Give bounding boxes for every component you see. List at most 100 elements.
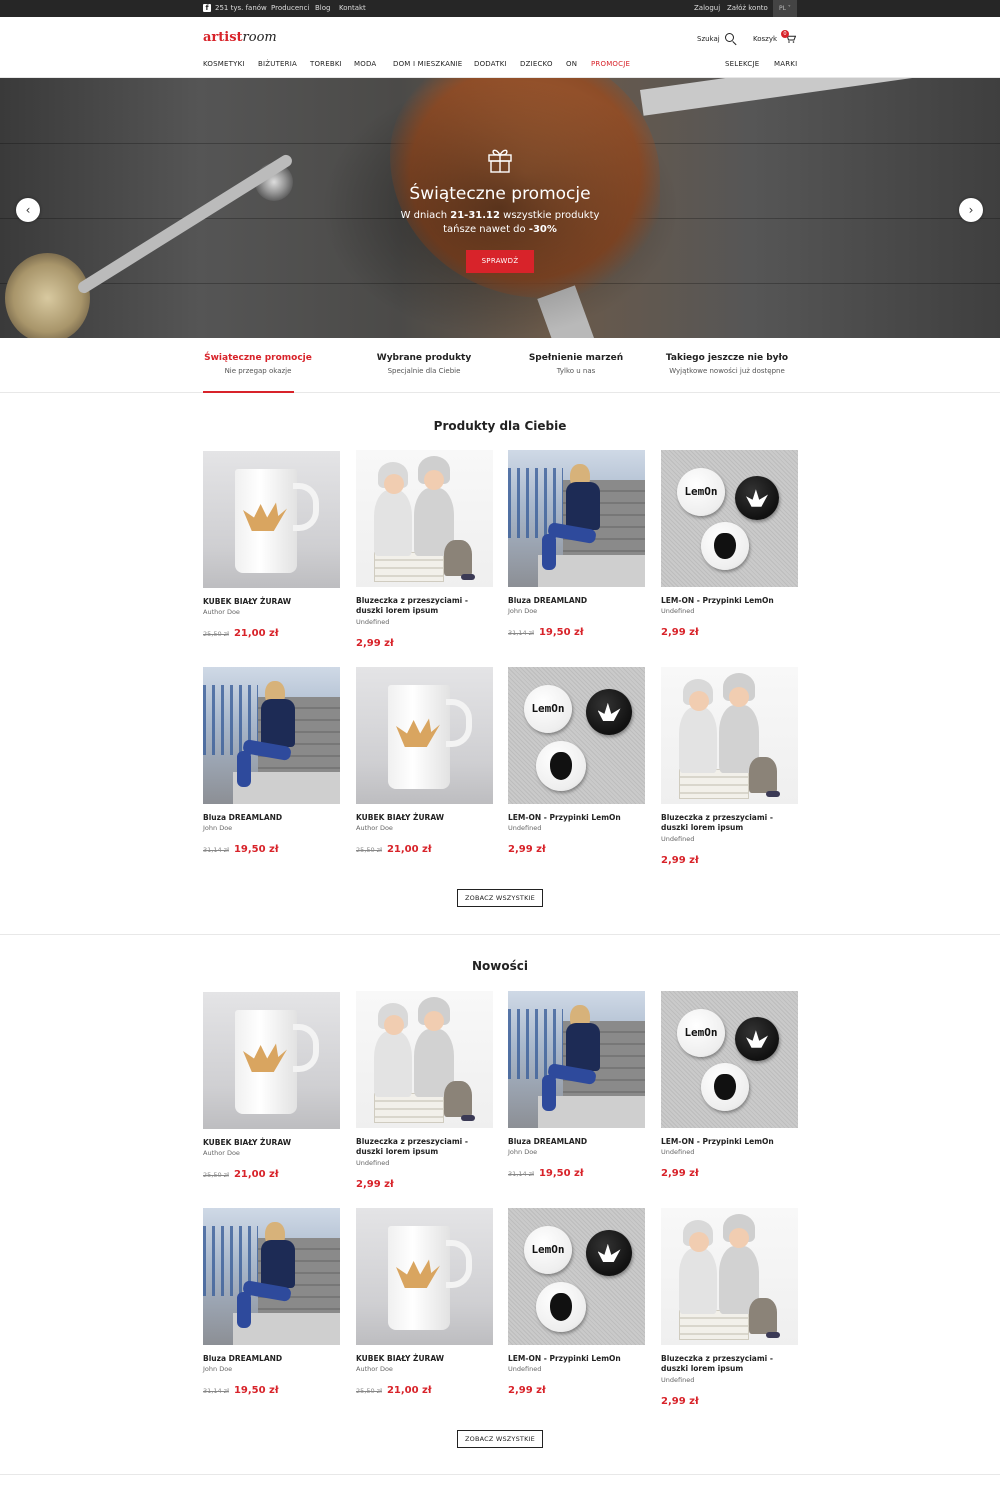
- product-old-price: 25,50 zł: [203, 629, 229, 638]
- nav-on[interactable]: ON: [566, 60, 577, 69]
- product-image-pins[interactable]: LemOn: [661, 450, 798, 587]
- product-author: Undefined: [356, 618, 390, 626]
- product-price: 21,00 zł: [233, 1169, 279, 1180]
- see-all-button[interactable]: ZOBACZ WSZYSTKIE: [457, 889, 543, 907]
- product-price-row: 31,14 zł 19,50 zł: [203, 1380, 279, 1399]
- tab-title: Takiego jeszcze nie było: [665, 353, 789, 363]
- product-image-mug[interactable]: [203, 992, 340, 1129]
- product-price-row: 2,99 zł: [508, 1380, 546, 1399]
- product-name[interactable]: Bluza DREAMLAND: [508, 596, 648, 606]
- nav-marki[interactable]: MARKI: [774, 60, 797, 69]
- nav-dodatki[interactable]: DODATKI: [474, 60, 507, 69]
- product-name[interactable]: Bluzeczka z przeszyciami - duszki lorem …: [356, 1137, 496, 1157]
- product-name[interactable]: LEM-ON - Przypinki LemOn: [661, 1137, 801, 1147]
- top-bar: f 251 tys. fanów Producenci Blog Kontakt…: [0, 0, 1000, 17]
- fb-fans-count[interactable]: 251 tys. fanów: [215, 4, 267, 13]
- hero-text-line2: tańsze nawet do -30%: [0, 223, 1000, 236]
- hero-line1-post: wszystkie produkty: [499, 210, 600, 221]
- product-image-kids[interactable]: [661, 1208, 798, 1345]
- product-image-bluza[interactable]: [203, 667, 340, 804]
- product-image-kids[interactable]: [356, 450, 493, 587]
- product-name[interactable]: Bluzeczka z przeszyciami - duszki lorem …: [356, 596, 496, 616]
- product-author: John Doe: [203, 1365, 233, 1373]
- product-name[interactable]: LEM-ON - Przypinki LemOn: [661, 596, 801, 606]
- tab-swiateczne-promocje[interactable]: Świąteczne promocje Nie przegap okazje: [183, 338, 333, 393]
- pin-logo-text: LemOn: [524, 685, 572, 733]
- product-image-bluza[interactable]: [508, 991, 645, 1128]
- product-name[interactable]: KUBEK BIAŁY ŻURAW: [356, 813, 496, 823]
- product-name[interactable]: LEM-ON - Przypinki LemOn: [508, 1354, 648, 1364]
- product-image-mug[interactable]: [356, 667, 493, 804]
- search-icon[interactable]: [725, 33, 734, 42]
- hero-line2-discount: -30%: [528, 224, 557, 235]
- product-price: 19,50 zł: [233, 844, 279, 855]
- product-price-row: 2,99 zł: [661, 1391, 699, 1410]
- product-price: 2,99 zł: [661, 1168, 699, 1179]
- product-old-price: 25,50 zł: [356, 1386, 382, 1395]
- facebook-icon[interactable]: f: [203, 4, 211, 12]
- see-all-button[interactable]: ZOBACZ WSZYSTKIE: [457, 1430, 543, 1448]
- top-link-kontakt[interactable]: Kontakt: [339, 4, 366, 13]
- product-name[interactable]: Bluzeczka z przeszyciami - duszki lorem …: [661, 813, 801, 833]
- top-link-blog[interactable]: Blog: [315, 4, 330, 13]
- product-price: 21,00 zł: [233, 628, 279, 639]
- product-name[interactable]: Bluza DREAMLAND: [508, 1137, 648, 1147]
- hero-banner: [0, 78, 1000, 338]
- product-name[interactable]: KUBEK BIAŁY ŻURAW: [203, 597, 343, 607]
- product-image-pins[interactable]: LemOn: [508, 1208, 645, 1345]
- hero-jar-image: [5, 253, 90, 338]
- tab-subtitle: Specjalnie dla Ciebie: [387, 367, 461, 375]
- pin-logo-text: LemOn: [677, 468, 725, 516]
- product-price: 2,99 zł: [661, 855, 699, 866]
- login-link[interactable]: Zaloguj: [694, 4, 720, 13]
- product-image-bluza[interactable]: [203, 1208, 340, 1345]
- product-name[interactable]: Bluzeczka z przeszyciami - duszki lorem …: [661, 1354, 801, 1374]
- register-link[interactable]: Załóż konto: [727, 4, 768, 13]
- search-label[interactable]: Szukaj: [697, 35, 720, 44]
- nav-selekcje[interactable]: SELEKCJE: [725, 60, 759, 69]
- hero-cta-button[interactable]: SPRAWDŹ: [466, 250, 534, 273]
- product-image-bluza[interactable]: [508, 450, 645, 587]
- tab-subtitle: Tylko u nas: [556, 367, 596, 375]
- product-name[interactable]: KUBEK BIAŁY ŻURAW: [356, 1354, 496, 1364]
- product-name[interactable]: Bluza DREAMLAND: [203, 813, 343, 823]
- product-name[interactable]: LEM-ON - Przypinki LemOn: [508, 813, 648, 823]
- product-name[interactable]: KUBEK BIAŁY ŻURAW: [203, 1138, 343, 1148]
- product-price: 21,00 zł: [386, 1385, 432, 1396]
- product-price: 19,50 zł: [538, 1168, 584, 1179]
- tab-spelnienie-marzen[interactable]: Spełnienie marzeń Tylko u nas: [501, 338, 651, 393]
- product-old-price: 31,14 zł: [508, 628, 534, 637]
- product-image-pins[interactable]: LemOn: [661, 991, 798, 1128]
- logo[interactable]: artistroom: [203, 31, 277, 45]
- product-image-kids[interactable]: [661, 667, 798, 804]
- product-image-pins[interactable]: LemOn: [508, 667, 645, 804]
- product-name[interactable]: Bluza DREAMLAND: [203, 1354, 343, 1364]
- nav-dom[interactable]: DOM I MIESZKANIE: [393, 60, 462, 69]
- product-image-mug[interactable]: [356, 1208, 493, 1345]
- product-price: 2,99 zł: [508, 844, 546, 855]
- nav-dziecko[interactable]: DZIECKO: [520, 60, 553, 69]
- top-link-producenci[interactable]: Producenci: [271, 4, 309, 13]
- product-author: Author Doe: [203, 608, 240, 616]
- nav-bizuteria[interactable]: BIŻUTERIA: [258, 60, 297, 69]
- tab-subtitle: Wyjątkowe nowości już dostępne: [669, 367, 785, 375]
- product-image-kids[interactable]: [356, 991, 493, 1128]
- product-price-row: 2,99 zł: [661, 1163, 699, 1182]
- tab-wybrane-produkty[interactable]: Wybrane produkty Specjalnie dla Ciebie: [349, 338, 499, 393]
- product-author: John Doe: [203, 824, 233, 832]
- product-price-row: 25,50 zł 21,00 zł: [356, 839, 432, 858]
- nav-kosmetyki[interactable]: KOSMETYKI: [203, 60, 245, 69]
- product-price: 2,99 zł: [356, 638, 394, 649]
- nav-promocje[interactable]: PROMOCJE: [591, 60, 630, 69]
- nav-moda[interactable]: MODA: [354, 60, 376, 69]
- product-price-row: 2,99 zł: [508, 839, 546, 858]
- promo-tabs: Świąteczne promocje Nie przegap okazje W…: [0, 338, 1000, 393]
- site-header: artistroom Szukaj Koszyk 0 KOSMETYKI BIŻ…: [0, 17, 1000, 78]
- product-image-mug[interactable]: [203, 451, 340, 588]
- tab-active-indicator: [203, 391, 294, 393]
- product-author: Undefined: [356, 1159, 390, 1167]
- cart-label[interactable]: Koszyk: [753, 35, 777, 44]
- tab-takiego-jeszcze[interactable]: Takiego jeszcze nie było Wyjątkowe nowoś…: [652, 338, 802, 393]
- language-selector[interactable]: PL ˅: [773, 0, 797, 17]
- nav-torebki[interactable]: TOREBKI: [310, 60, 342, 69]
